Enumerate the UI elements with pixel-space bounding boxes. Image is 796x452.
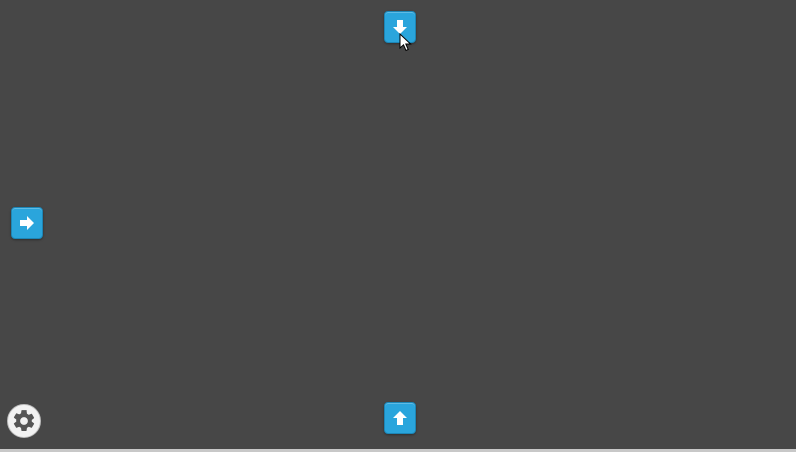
arrow-right-icon — [20, 216, 34, 230]
arrow-up-icon — [393, 411, 407, 425]
scroll-down-button[interactable] — [384, 11, 416, 43]
scroll-right-button[interactable] — [11, 207, 43, 239]
scroll-up-button[interactable] — [384, 402, 416, 434]
arrow-down-icon — [393, 20, 407, 34]
settings-button[interactable] — [7, 404, 41, 438]
gear-icon — [13, 410, 35, 431]
